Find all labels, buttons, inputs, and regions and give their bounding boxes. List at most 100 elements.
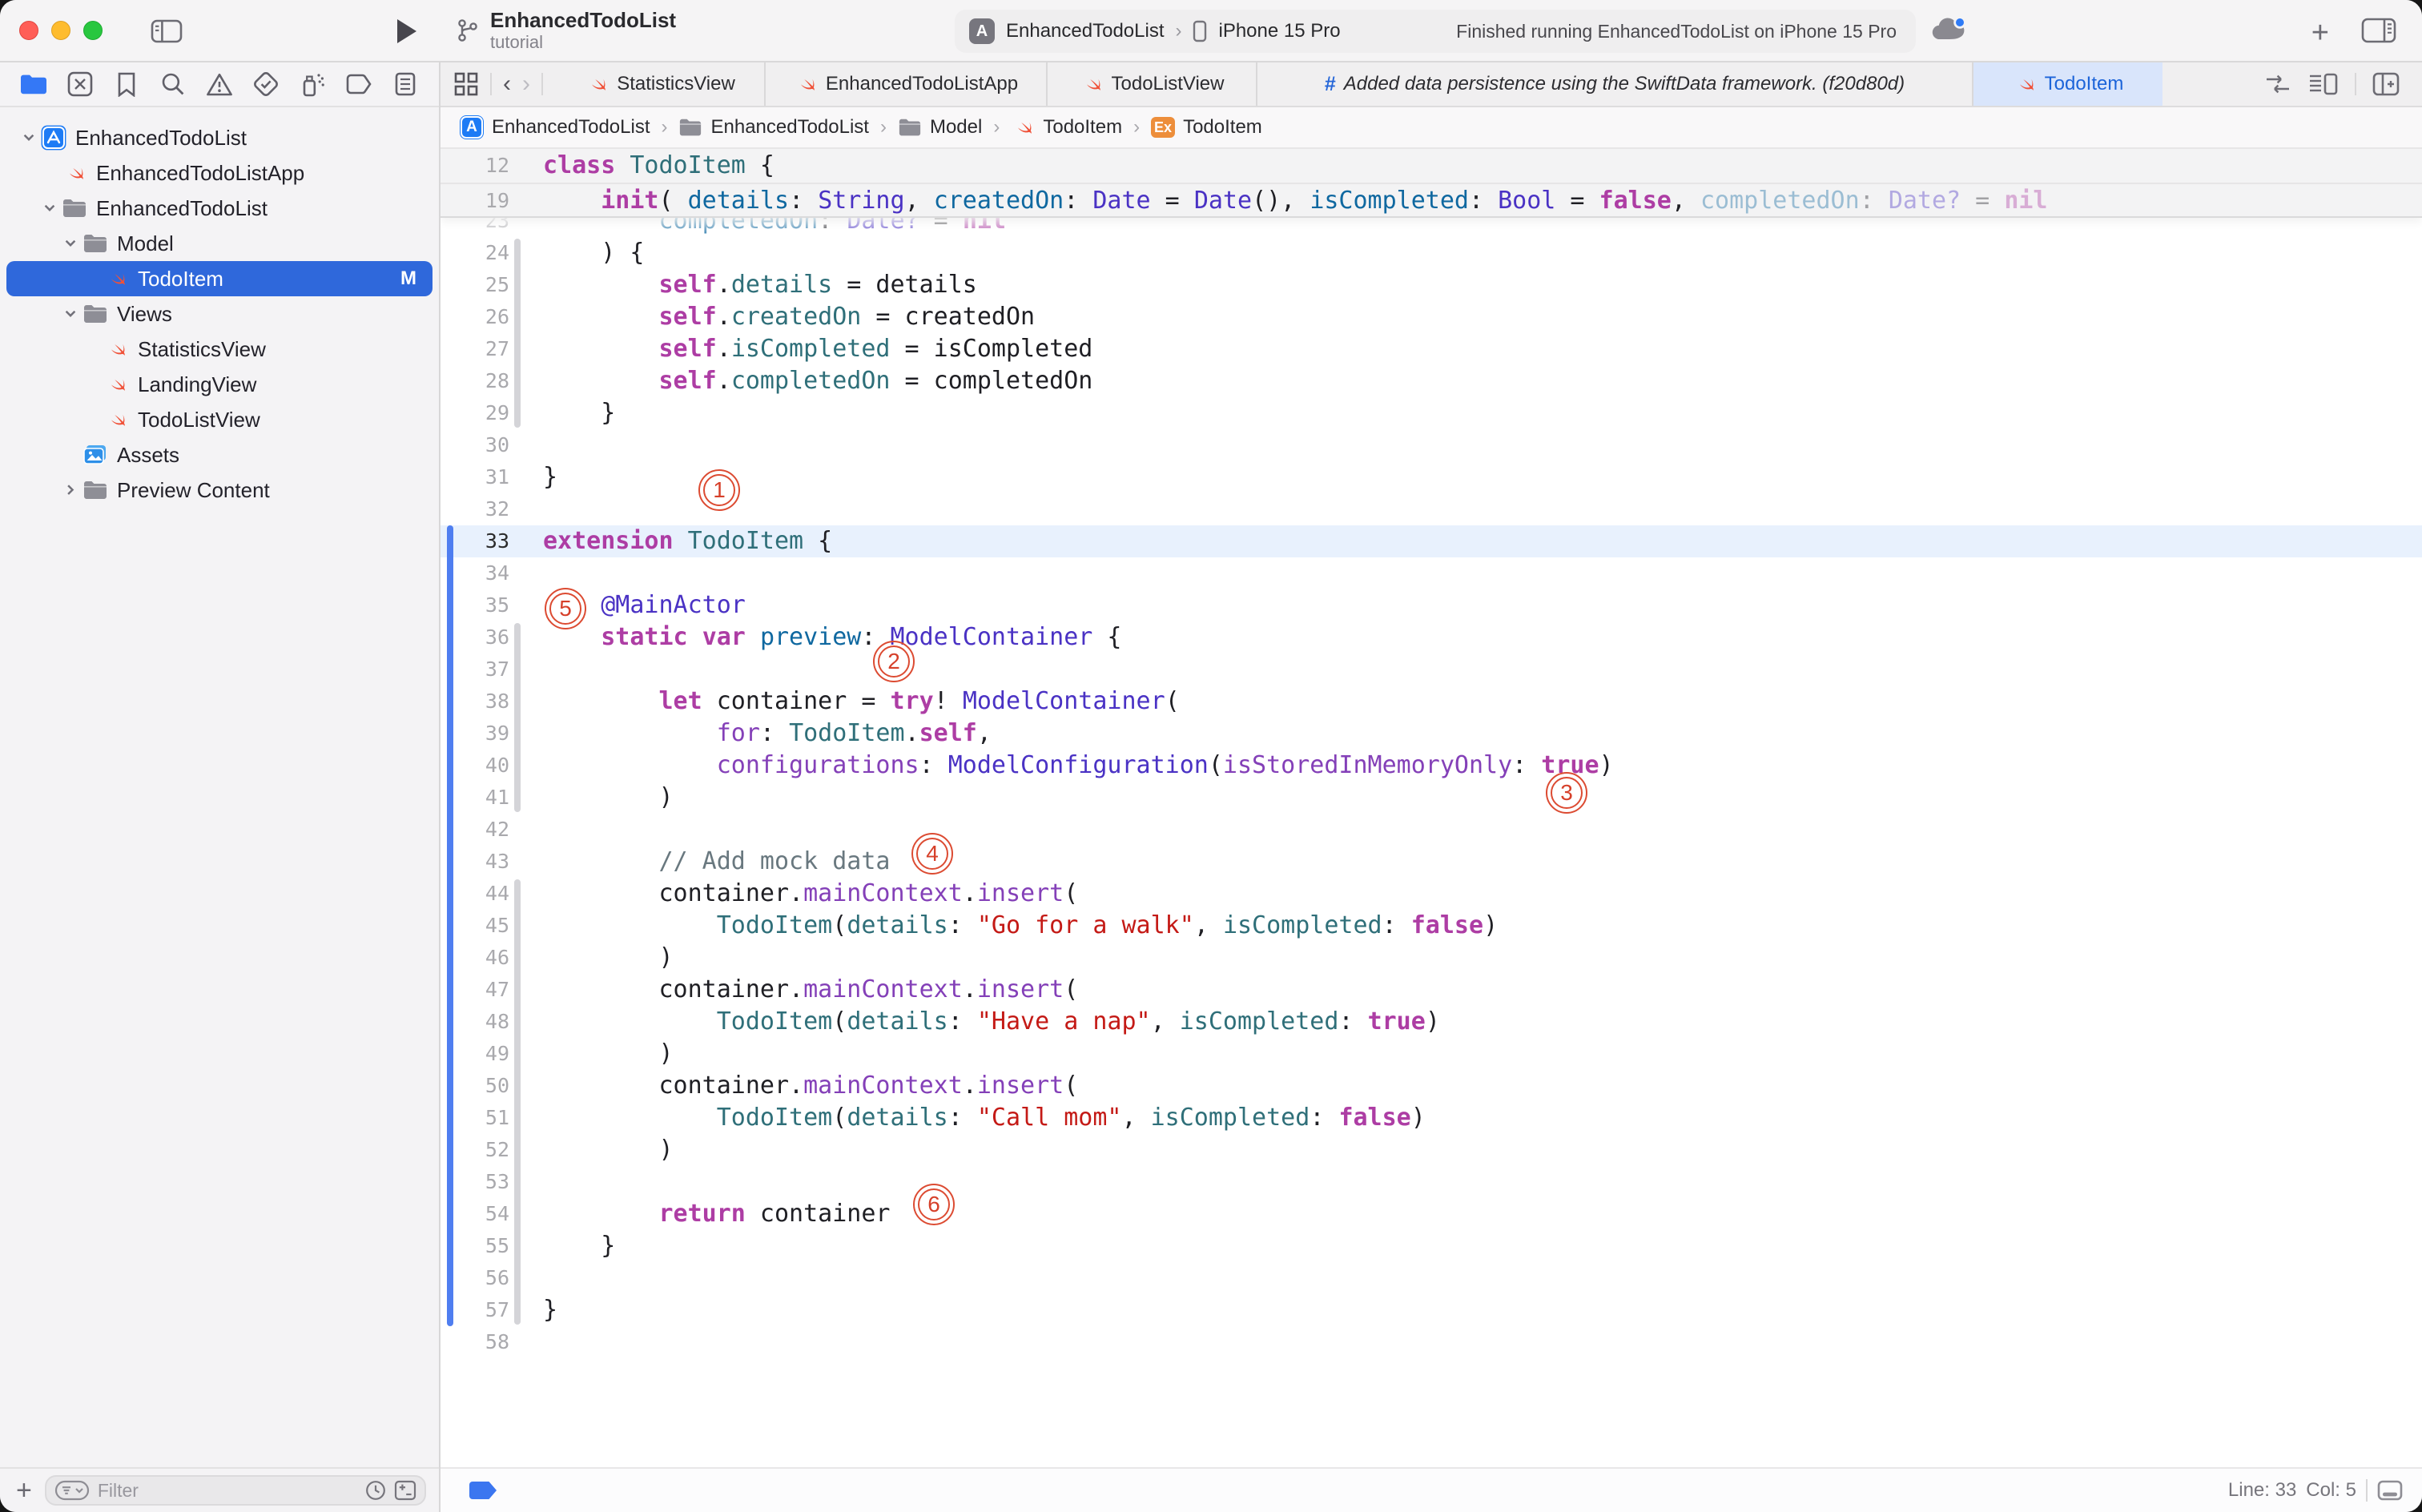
code-line-28[interactable]: 28 self.completedOn = completedOn xyxy=(441,365,2422,397)
recent-files-clock-icon[interactable] xyxy=(365,1480,386,1501)
tab-commit[interactable]: #Added data persistence using the SwiftD… xyxy=(1257,62,1973,106)
code-line-19[interactable]: 19 init( details: String, createdOn: Dat… xyxy=(441,183,2422,216)
breakpoints-navigator-icon[interactable] xyxy=(340,68,378,100)
navigator-filter-field[interactable]: Filter xyxy=(45,1475,426,1506)
sidebar-item-todoitem[interactable]: TodoItemM xyxy=(0,261,439,296)
related-items-icon[interactable] xyxy=(453,71,479,97)
breadcrumb-item[interactable]: EnhancedTodoList xyxy=(678,115,868,139)
add-editor-icon[interactable] xyxy=(2372,72,2400,96)
source-control-navigator-icon[interactable] xyxy=(61,68,99,100)
tab-enhancedtodolistapp[interactable]: EnhancedTodoListApp xyxy=(766,62,1048,106)
code-line-41[interactable]: 41 ) xyxy=(441,782,2422,814)
code-line-42[interactable]: 42 xyxy=(441,814,2422,846)
line-number[interactable]: 12 xyxy=(441,149,509,183)
code-line-53[interactable]: 53 xyxy=(441,1166,2422,1198)
code-editor[interactable]: 24 ) {25 self.details = details26 self.c… xyxy=(441,149,2422,1467)
debug-navigator-icon[interactable] xyxy=(293,68,332,100)
line-number[interactable]: 58 xyxy=(441,1326,509,1358)
code-line-56[interactable]: 56 xyxy=(441,1262,2422,1294)
cloud-sync-icon[interactable] xyxy=(1930,14,1969,43)
code-line-43[interactable]: 43 // Add mock data xyxy=(441,846,2422,878)
sidebar-item-todolistview[interactable]: TodoListView xyxy=(0,402,439,437)
run-destination[interactable]: iPhone 15 Pro xyxy=(1218,20,1340,42)
code-line-51[interactable]: 51 TodoItem(details: "Call mom", isCompl… xyxy=(441,1102,2422,1134)
breadcrumb-item[interactable]: TodoItem xyxy=(1011,115,1122,139)
code-line-48[interactable]: 48 TodoItem(details: "Have a nap", isCom… xyxy=(441,1006,2422,1038)
breadcrumb-item[interactable]: Model xyxy=(898,115,982,139)
code-line-52[interactable]: 52 ) xyxy=(441,1134,2422,1166)
close-window-button[interactable] xyxy=(19,21,38,40)
code-line-47[interactable]: 47 container.mainContext.insert( xyxy=(441,974,2422,1006)
tab-todolistview[interactable]: TodoListView xyxy=(1048,62,1257,106)
code-line-39[interactable]: 39 for: TodoItem.self, xyxy=(441,718,2422,750)
code-line-36[interactable]: 36 static var preview: ModelContainer { xyxy=(441,621,2422,653)
sidebar-item-statisticsview[interactable]: StatisticsView xyxy=(0,332,439,367)
run-button[interactable] xyxy=(397,19,416,43)
line-number[interactable]: 27 xyxy=(441,333,509,365)
code-line-30[interactable]: 30 xyxy=(441,429,2422,461)
zoom-window-button[interactable] xyxy=(83,21,103,40)
code-review-icon[interactable] xyxy=(2263,73,2292,95)
line-number[interactable]: 31 xyxy=(441,461,509,493)
tab-todoitem[interactable]: TodoItem xyxy=(1973,62,2162,106)
code-line-12[interactable]: 12class TodoItem { xyxy=(441,149,2422,183)
line-number[interactable]: 30 xyxy=(441,429,509,461)
disclosure-chevron-icon[interactable] xyxy=(59,307,82,321)
code-line-38[interactable]: 38 let container = try! ModelContainer( xyxy=(441,686,2422,718)
sidebar-item-model[interactable]: Model xyxy=(0,226,439,261)
tests-navigator-icon[interactable] xyxy=(247,68,285,100)
line-number[interactable]: 28 xyxy=(441,365,509,397)
add-tab-plus-icon[interactable]: + xyxy=(2311,16,2329,50)
sidebar-item-assets[interactable]: Assets xyxy=(0,437,439,472)
minimize-window-button[interactable] xyxy=(51,21,70,40)
code-line-44[interactable]: 44 container.mainContext.insert( xyxy=(441,878,2422,910)
sidebar-item-landingview[interactable]: LandingView xyxy=(0,367,439,402)
code-line-57[interactable]: 57} xyxy=(441,1294,2422,1326)
breadcrumb-item[interactable]: ExTodoItem xyxy=(1151,115,1262,139)
code-line-27[interactable]: 27 self.isCompleted = isCompleted xyxy=(441,333,2422,365)
sidebar-item-enhancedtodolist[interactable]: EnhancedTodoList xyxy=(0,120,439,155)
go-forward-icon[interactable]: › xyxy=(522,72,530,96)
code-line-29[interactable]: 29 } xyxy=(441,397,2422,429)
code-line-35[interactable]: 35 @MainActor xyxy=(441,589,2422,621)
line-number[interactable]: 29 xyxy=(441,397,509,429)
code-line-49[interactable]: 49 ) xyxy=(441,1038,2422,1070)
scheme-selector[interactable]: A EnhancedTodoList › iPhone 15 Pro Finis… xyxy=(955,10,1916,53)
sidebar-item-enhancedtodolistapp[interactable]: EnhancedTodoListApp xyxy=(0,155,439,191)
minimap-toggle-icon[interactable] xyxy=(2377,1480,2403,1501)
scheme-name[interactable]: EnhancedTodoList xyxy=(1006,20,1164,42)
disclosure-chevron-icon[interactable] xyxy=(59,236,82,251)
code-line-54[interactable]: 54 return container xyxy=(441,1198,2422,1230)
code-line-37[interactable]: 37 xyxy=(441,653,2422,686)
sidebar-item-preview-content[interactable]: Preview Content xyxy=(0,472,439,508)
bookmarks-navigator-icon[interactable] xyxy=(107,68,146,100)
disclosure-chevron-icon[interactable] xyxy=(59,483,82,497)
line-number[interactable]: 25 xyxy=(441,269,509,301)
line-number[interactable]: 19 xyxy=(441,184,509,218)
reports-navigator-icon[interactable] xyxy=(386,68,424,100)
sidebar-item-views[interactable]: Views xyxy=(0,296,439,332)
code-line-25[interactable]: 25 self.details = details xyxy=(441,269,2422,301)
code-line-46[interactable]: 46 ) xyxy=(441,942,2422,974)
breadcrumb-item[interactable]: AEnhancedTodoList xyxy=(460,115,650,139)
code-line-24[interactable]: 24 ) { xyxy=(441,237,2422,269)
add-file-plus-icon[interactable]: + xyxy=(16,1477,32,1504)
tab-statisticsview[interactable]: StatisticsView xyxy=(556,62,766,106)
code-line-58[interactable]: 58 xyxy=(441,1326,2422,1358)
code-line-26[interactable]: 26 self.createdOn = createdOn xyxy=(441,301,2422,333)
go-back-icon[interactable]: ‹ xyxy=(503,72,511,96)
disclosure-chevron-icon[interactable] xyxy=(38,201,61,215)
line-number[interactable]: 32 xyxy=(441,493,509,525)
find-navigator-icon[interactable] xyxy=(154,68,192,100)
line-number[interactable]: 26 xyxy=(441,301,509,333)
code-line-34[interactable]: 34 xyxy=(441,557,2422,589)
filter-changes-icon[interactable] xyxy=(394,1480,416,1501)
code-line-45[interactable]: 45 TodoItem(details: "Go for a walk", is… xyxy=(441,910,2422,942)
project-navigator-icon[interactable] xyxy=(14,68,53,100)
line-number[interactable]: 24 xyxy=(441,237,509,269)
toggle-sidebar-icon[interactable] xyxy=(151,19,183,43)
sidebar-item-enhancedtodolist[interactable]: EnhancedTodoList xyxy=(0,191,439,226)
code-line-40[interactable]: 40 configurations: ModelConfiguration(is… xyxy=(441,750,2422,782)
issues-navigator-icon[interactable] xyxy=(200,68,239,100)
code-line-33[interactable]: 33extension TodoItem { xyxy=(441,525,2422,557)
